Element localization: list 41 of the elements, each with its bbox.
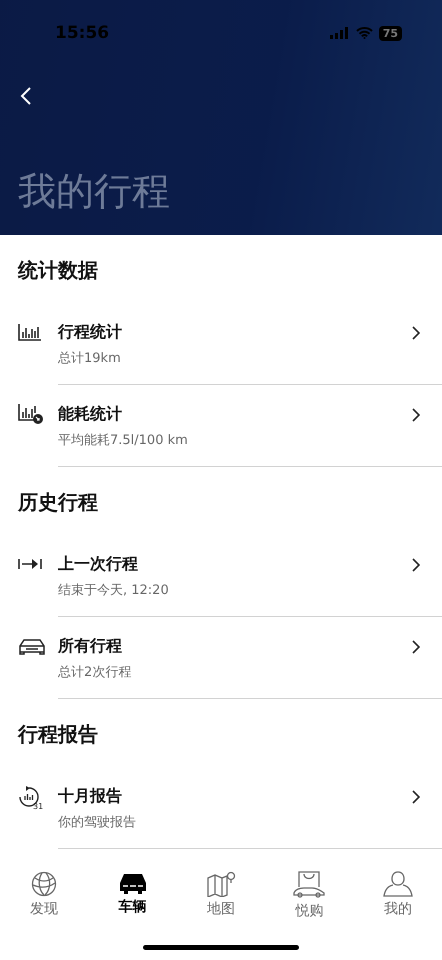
wifi-icon [356, 27, 373, 39]
section-heading: 历史行程 [16, 489, 99, 516]
map-pin-icon [206, 871, 236, 897]
page-title: 我的行程 [18, 168, 171, 215]
bar-chart-icon [18, 403, 44, 425]
list-item[interactable]: 行程统计 总计19km [0, 303, 442, 385]
tab-bar-item[interactable]: 地图 [176, 870, 266, 932]
list-item[interactable]: 所有行程 总计2次行程 [0, 617, 442, 699]
list-item[interactable]: 能耗统计 平均能耗7.5l/100 km [0, 385, 442, 467]
shopping-bag-car-icon [293, 871, 326, 899]
item-subtitle: 你的驾驶报告 [58, 814, 137, 831]
tab-bar-item[interactable]: 发现 [0, 870, 88, 932]
signal-icon [330, 27, 350, 39]
chevron-right-icon [412, 790, 420, 804]
item-title: 上一次行程 [58, 553, 139, 575]
back-icon [20, 86, 32, 106]
battery-level: 75 [378, 26, 402, 40]
list-item[interactable]: 上一次行程 结束于今天, 12:20 [0, 535, 442, 617]
item-title: 行程统计 [58, 321, 123, 343]
item-subtitle: 总计19km [58, 350, 122, 367]
globe-icon [31, 871, 58, 897]
tab-bar-item[interactable]: 悦购 [265, 870, 354, 932]
item-title: 十月报告 [58, 785, 123, 807]
section-heading: 行程报告 [16, 721, 99, 748]
item-title: 所有行程 [58, 635, 123, 657]
status-time: 15:56 [55, 23, 110, 43]
section-heading: 统计数据 [16, 257, 99, 284]
bar-chart-icon [18, 323, 42, 341]
person-icon [382, 871, 413, 897]
car-icon [18, 637, 46, 655]
item-subtitle: 结束于今天, 12:20 [58, 582, 170, 599]
tab-bar-item[interactable]: 我的 [354, 870, 442, 932]
item-subtitle: 平均能耗7.5l/100 km [58, 432, 189, 449]
arrow-to-line-icon [18, 558, 42, 570]
chevron-right-icon [412, 326, 420, 340]
tab-bar-item[interactable]: 车辆 [88, 870, 177, 932]
item-subtitle: 总计2次行程 [58, 664, 132, 681]
chevron-right-icon [412, 558, 420, 572]
item-title: 能耗统计 [58, 403, 123, 425]
chevron-right-icon [412, 408, 420, 422]
chevron-right-icon [412, 640, 420, 654]
